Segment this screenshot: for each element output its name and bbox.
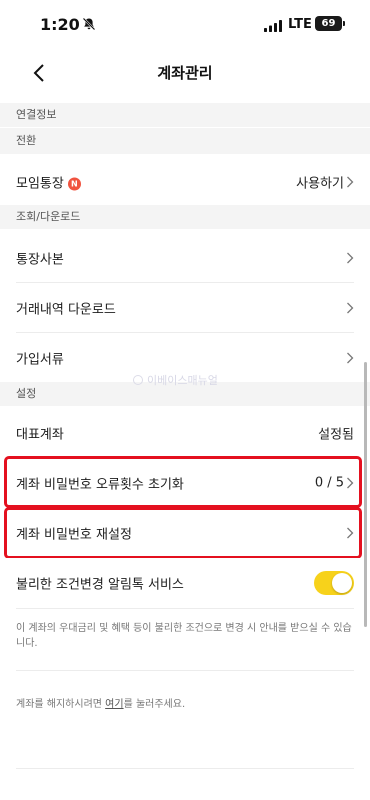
section-header-switch: 전환 — [0, 128, 370, 154]
close-account-suffix: 를 눌러주세요. — [123, 699, 186, 710]
cellular-signal-icon — [264, 20, 282, 32]
scrollbar[interactable] — [364, 362, 367, 627]
alert-service-toggle[interactable] — [314, 570, 354, 595]
highlight-box-error-reset — [4, 456, 362, 508]
close-account-prefix: 계좌를 해지하시려면 — [16, 699, 106, 710]
status-time: 1:20 — [40, 15, 80, 34]
battery-tip — [343, 21, 345, 26]
chevron-right-icon — [347, 352, 354, 363]
network-label: LTE — [288, 17, 312, 32]
chevron-right-icon — [347, 252, 354, 263]
alert-service-description: 이 계좌의 우대금리 및 혜택 등이 불리한 조건으로 변경 시 안내를 받으실… — [16, 623, 352, 649]
close-account-link[interactable]: 여기 — [105, 699, 123, 710]
main-account-label: 대표계좌 — [16, 427, 64, 442]
transaction-download-row[interactable]: 거래내역 다운로드 — [0, 283, 370, 332]
nav-bar: 계좌관리 — [0, 48, 370, 98]
alert-service-row: 불리한 조건변경 알림톡 서비스 — [0, 558, 370, 607]
chevron-right-icon — [347, 176, 354, 187]
group-account-text: 모임통장 — [16, 176, 64, 191]
signup-documents-label: 가입서류 — [16, 352, 64, 367]
main-account-row[interactable]: 대표계좌 설정됨 — [0, 408, 370, 457]
battery-icon: 69 — [315, 16, 342, 31]
alert-service-label: 불리한 조건변경 알림톡 서비스 — [16, 577, 184, 592]
passbook-copy-row[interactable]: 통장사본 — [0, 233, 370, 282]
group-account-value: 사용하기 — [296, 176, 344, 191]
section-header-connection: 연결정보 — [0, 103, 370, 127]
highlight-box-password-reset — [4, 507, 362, 559]
group-account-row[interactable]: 모임통장 N 사용하기 — [0, 157, 370, 206]
transaction-download-label: 거래내역 다운로드 — [16, 302, 116, 317]
chevron-right-icon — [347, 302, 354, 313]
watermark-logo-icon — [133, 375, 143, 385]
status-bar: 1:20 LTE 69 — [0, 0, 370, 48]
bell-off-icon — [82, 17, 96, 31]
main-account-value: 설정됨 — [318, 427, 354, 442]
divider — [16, 768, 354, 769]
divider — [16, 608, 354, 609]
close-account-note: 계좌를 해지하시려면 여기를 눌러주세요. — [16, 697, 356, 712]
new-badge: N — [67, 177, 81, 190]
group-account-label: 모임통장 N — [16, 172, 81, 191]
passbook-copy-label: 통장사본 — [16, 252, 64, 267]
divider — [16, 670, 354, 671]
watermark: 이베이스매뉴얼 — [133, 372, 218, 388]
section-header-inquiry: 조회/다운로드 — [0, 205, 370, 229]
page-title: 계좌관리 — [157, 64, 213, 82]
watermark-text: 이베이스매뉴얼 — [147, 374, 218, 387]
toggle-knob — [332, 572, 352, 593]
